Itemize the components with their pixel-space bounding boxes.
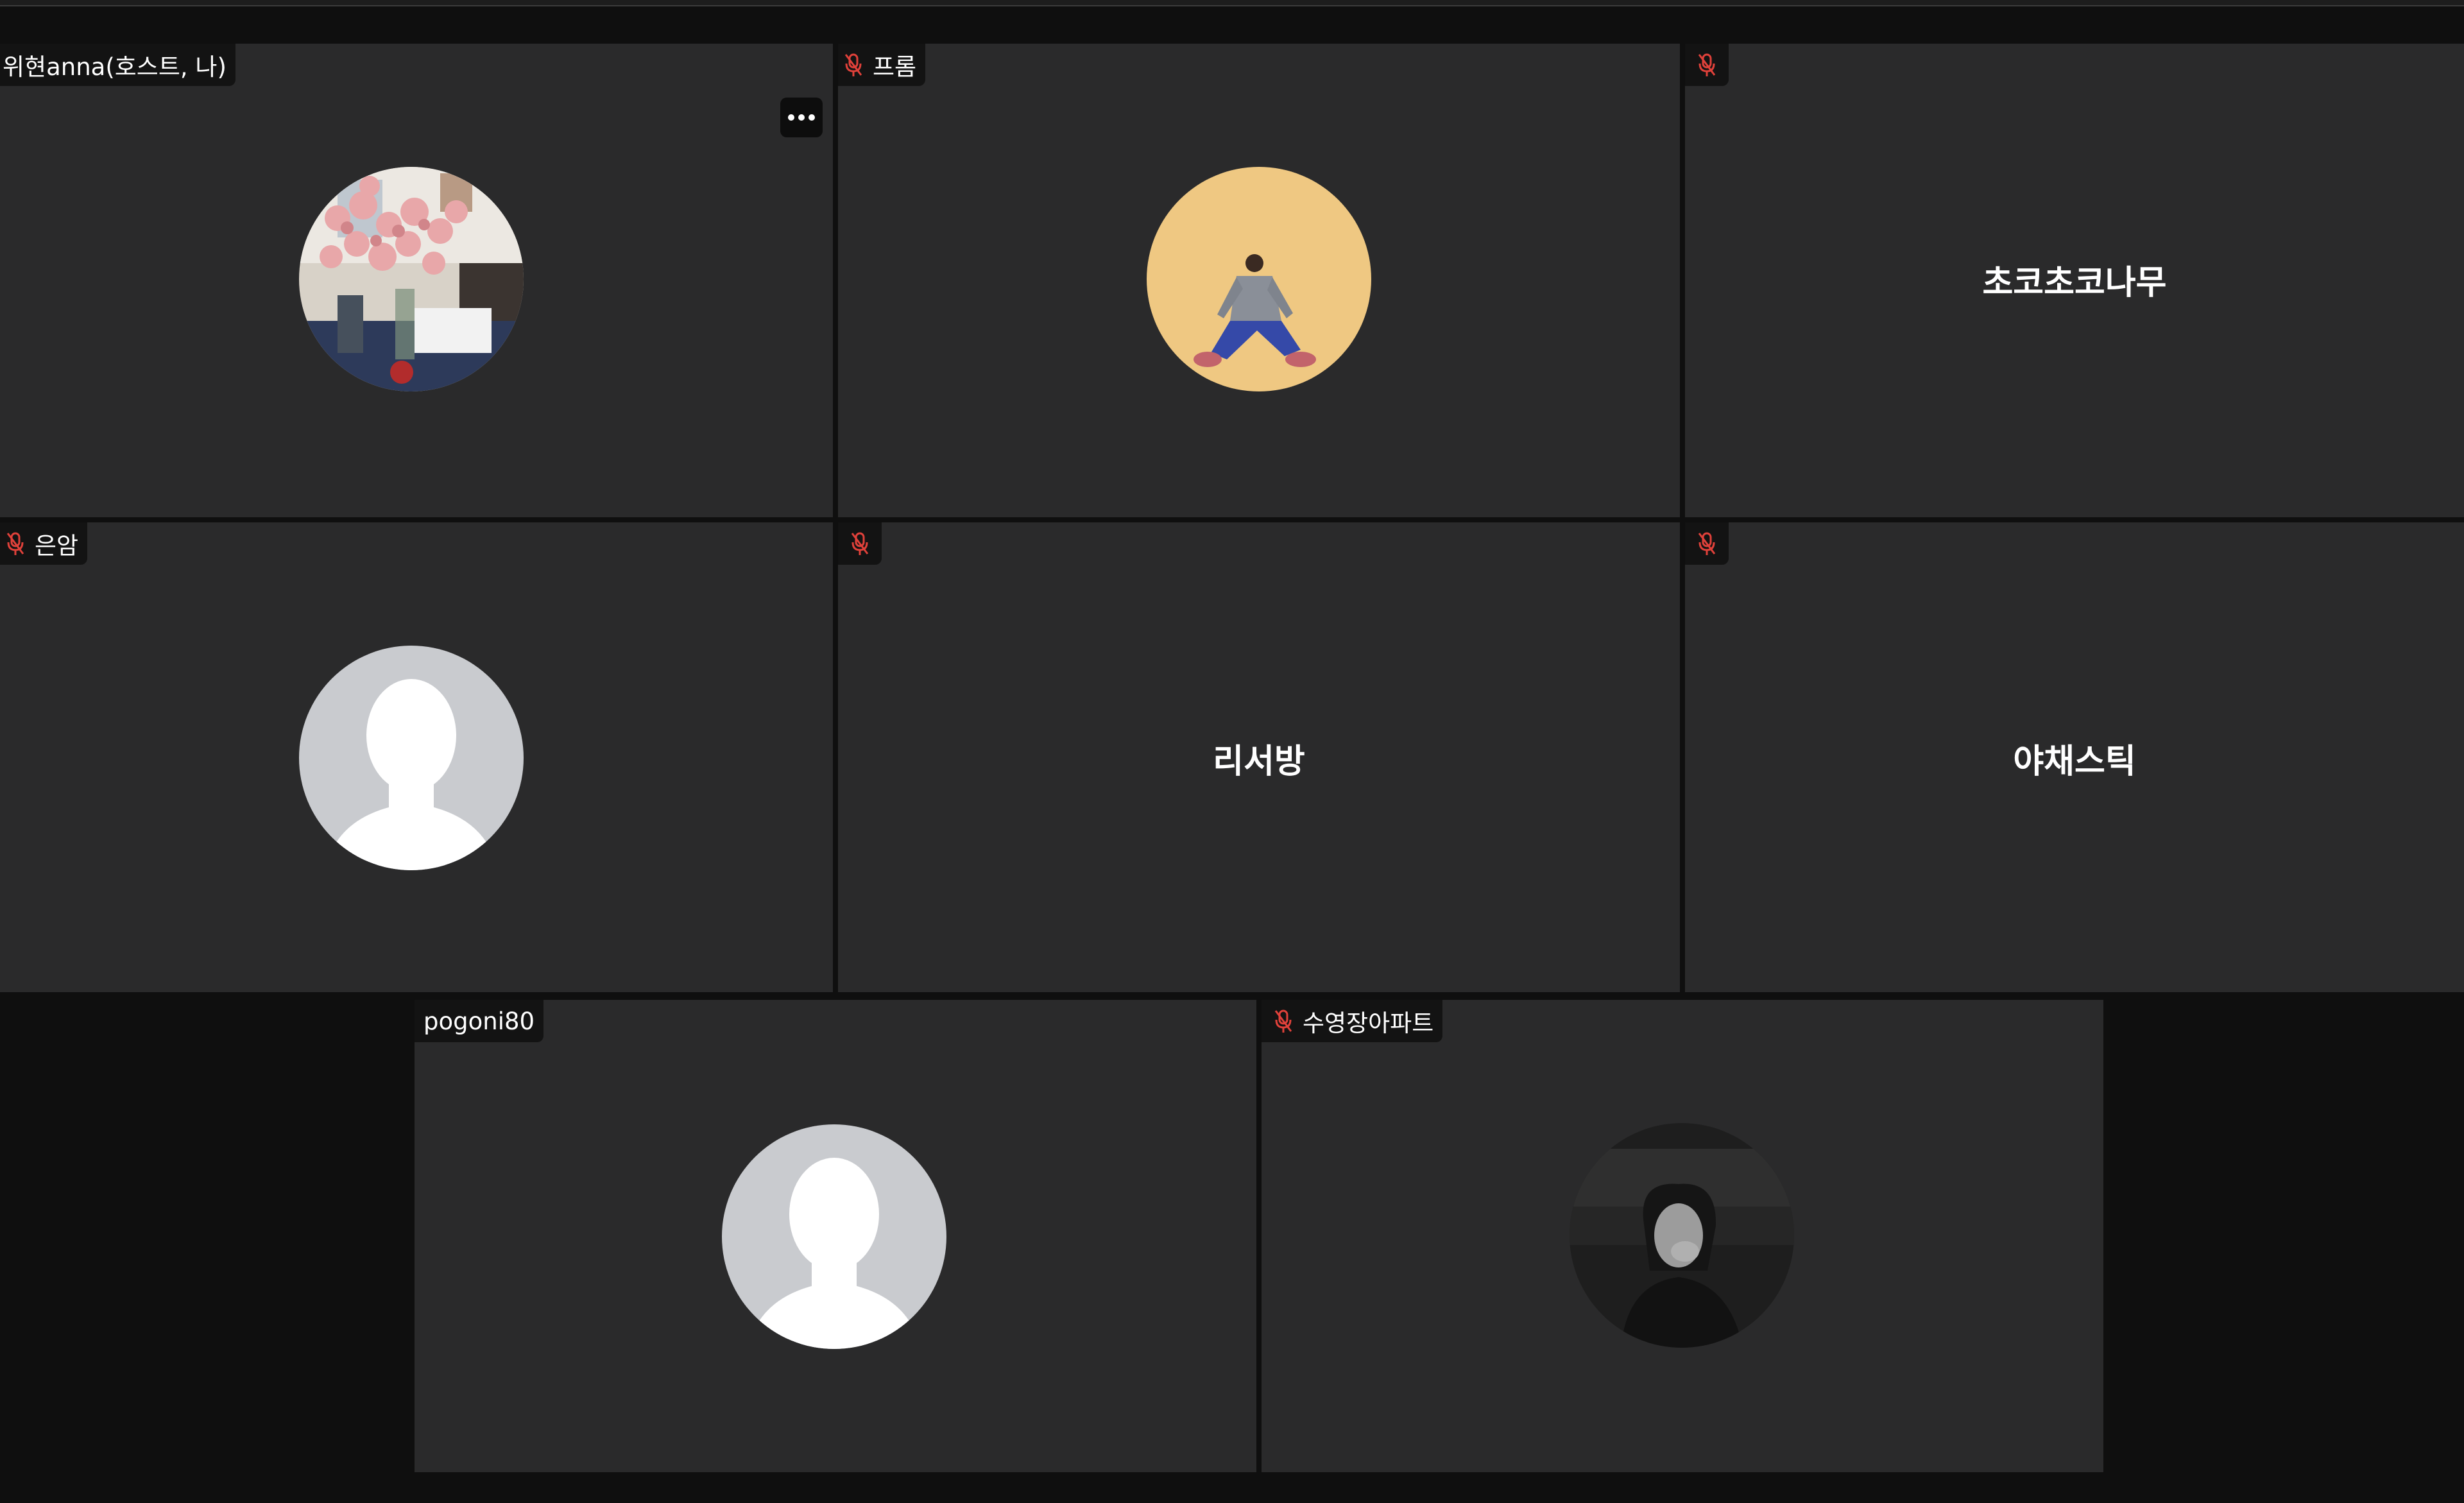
mic-muted-icon [844, 53, 862, 76]
default-avatar [299, 646, 524, 870]
video-tile-participant-3[interactable]: 초코초코나무 [1685, 44, 2464, 517]
participant-name-tag [838, 522, 882, 565]
participant-name: 은암 [35, 532, 79, 560]
participant-name-tag: 수영장아파트 [1262, 1000, 1443, 1042]
video-tile-participant-1[interactable]: 위현anna(호스트, 나) [0, 44, 833, 517]
mic-muted-icon [1698, 53, 1716, 76]
participant-display-name: 리서방 [1213, 743, 1305, 781]
participant-photo [1147, 167, 1371, 391]
participant-name-tag: 위현anna(호스트, 나) [0, 44, 235, 86]
participant-photo [299, 167, 524, 391]
video-tile-participant-2[interactable]: 프롬 [838, 44, 1680, 517]
video-tile-participant-7[interactable]: pogoni80 [415, 1000, 1256, 1472]
video-tile-participant-5[interactable]: 리서방 [838, 522, 1680, 992]
more-options-icon [788, 114, 794, 121]
participant-photo [1570, 1123, 1794, 1348]
participant-name-tag [1685, 522, 1729, 565]
mic-muted-icon [1698, 532, 1716, 555]
window-top-border [0, 0, 2464, 6]
participant-display-name: 초코초코나무 [1982, 264, 2167, 302]
participant-name-tag [1685, 44, 1729, 86]
default-avatar [722, 1124, 946, 1349]
participant-name-tag: 은암 [0, 522, 88, 565]
video-tile-participant-4[interactable]: 은암 [0, 522, 833, 992]
participant-name-tag: 프롬 [838, 44, 926, 86]
participant-name: 수영장아파트 [1303, 1009, 1434, 1037]
mic-muted-icon [851, 532, 869, 555]
mic-muted-icon [6, 532, 24, 555]
participant-name-tag: pogoni80 [415, 1000, 544, 1042]
mic-muted-icon [1274, 1009, 1292, 1033]
participant-display-name: 야채스틱 [2013, 743, 2136, 781]
participant-name: 프롬 [873, 53, 917, 81]
video-tile-participant-6[interactable]: 야채스틱 [1685, 522, 2464, 992]
participant-name: 위현anna(호스트, 나) [3, 53, 227, 81]
participant-name: pogoni80 [424, 1007, 535, 1035]
more-options-button[interactable] [780, 98, 823, 137]
video-tile-participant-8[interactable]: 수영장아파트 [1262, 1000, 2103, 1472]
